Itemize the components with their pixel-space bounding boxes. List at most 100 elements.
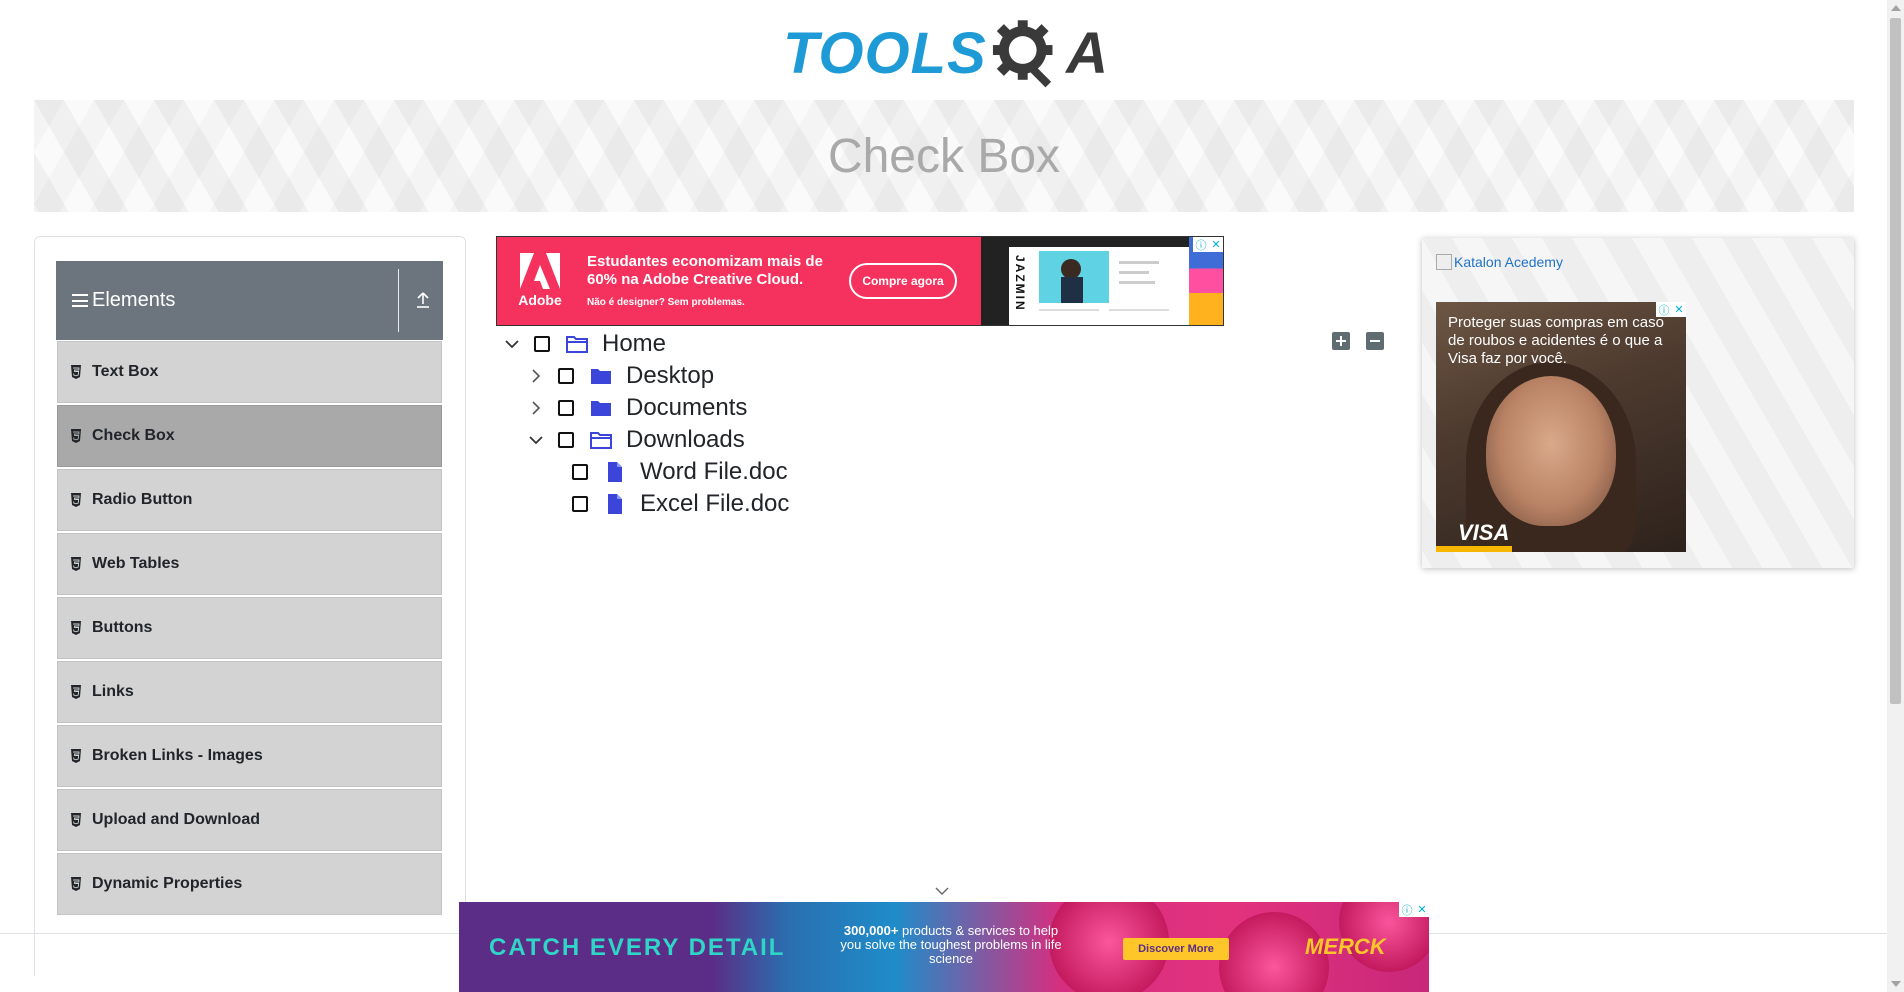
- tree-node-documents: Documents: [526, 392, 747, 424]
- minus-square-icon: [1370, 340, 1380, 342]
- ad-choices-close[interactable]: ⓘ ✕: [1193, 237, 1223, 252]
- broken-image-icon: [1436, 254, 1452, 270]
- adobe-banner-ad[interactable]: Adobe Estudantes economizam mais de 60% …: [496, 236, 1224, 326]
- folder-icon: [591, 369, 611, 384]
- file-icon: [608, 462, 622, 482]
- sidebar-item-label: Upload and Download: [92, 811, 260, 828]
- ad-cta-button[interactable]: Compre agora: [849, 263, 957, 299]
- tree-node-label[interactable]: Excel File.doc: [640, 490, 789, 518]
- ad-choices-close[interactable]: ⓘ ✕: [1656, 302, 1686, 317]
- sidebar-item-buttons[interactable]: Buttons: [57, 597, 442, 659]
- group-header-elements[interactable]: Elements: [56, 261, 443, 340]
- sidebar-item-dynamic-properties[interactable]: Dynamic Properties: [57, 853, 442, 915]
- tree-node-label[interactable]: Downloads: [626, 426, 745, 454]
- sidebar-menu: Text Box Check Box Radio Button Web Tabl…: [57, 341, 442, 917]
- collapse-all-button[interactable]: [1366, 332, 1384, 350]
- sidebar-item-label: Broken Links - Images: [92, 747, 263, 764]
- scroll-down-arrow-icon[interactable]: [1891, 981, 1901, 987]
- ad-subtext: Não é designer? Sem problemas.: [587, 297, 745, 308]
- sidebar-item-label: Check Box: [92, 427, 175, 444]
- folder-open-icon: [590, 432, 612, 449]
- tree-node-excel-file: Excel File.doc: [540, 488, 789, 520]
- visa-ad-copy: Proteger suas compras em caso de roubos …: [1448, 314, 1664, 367]
- ad-info-icon[interactable]: ⓘ: [1658, 302, 1669, 318]
- sidebar-item-upload-and-download[interactable]: Upload and Download: [57, 789, 442, 851]
- sidebar-item-check-box[interactable]: Check Box: [57, 405, 442, 467]
- katalon-academy-link[interactable]: Katalon Acedemy: [1436, 254, 1563, 270]
- tree-node-label[interactable]: Word File.doc: [640, 458, 788, 486]
- checkbox[interactable]: [558, 432, 574, 448]
- sidebar-item-label: Links: [92, 683, 134, 700]
- collapse-arrow-up-icon[interactable]: [415, 291, 431, 309]
- html5-icon: [71, 621, 81, 635]
- html5-icon: [71, 493, 81, 507]
- html5-icon: [71, 685, 81, 699]
- checkbox[interactable]: [534, 336, 550, 352]
- checkbox[interactable]: [558, 400, 574, 416]
- tree-node-word-file: Word File.doc: [540, 456, 788, 488]
- sidebar-item-radio-button[interactable]: Radio Button: [57, 469, 442, 531]
- sidebar-item-label: Text Box: [92, 363, 159, 380]
- merck-logo: MERCK: [1305, 934, 1386, 959]
- expand-all-button[interactable]: [1332, 332, 1350, 350]
- close-icon[interactable]: ✕: [1417, 903, 1426, 916]
- ad-choices-close[interactable]: ⓘ ✕: [1399, 902, 1429, 917]
- tree-node-label[interactable]: Home: [602, 330, 666, 358]
- folder-open-icon: [566, 336, 588, 353]
- visa-ad[interactable]: Proteger suas compras em caso de roubos …: [1436, 302, 1686, 552]
- sidebar-item-label: Dynamic Properties: [92, 875, 243, 892]
- visa-logo: VISA: [1458, 520, 1510, 545]
- tree-node-downloads: Downloads: [526, 424, 745, 456]
- page: TOOLS A Check Box Elements Text Box Chec…: [0, 0, 1904, 992]
- adobe-logo: Adobe: [511, 253, 569, 313]
- ad-headline: Estudantes economizam mais de 60% na Ado…: [587, 253, 823, 288]
- checkbox[interactable]: [558, 368, 574, 384]
- plus-square-icon: [1336, 336, 1346, 346]
- chevron-right-icon[interactable]: [526, 398, 546, 418]
- checkbox[interactable]: [572, 496, 588, 512]
- html5-icon: [71, 813, 81, 827]
- ad-cta-button[interactable]: Discover More: [1123, 938, 1229, 960]
- sidebar-item-web-tables[interactable]: Web Tables: [57, 533, 442, 595]
- sidebar-item-label: Web Tables: [92, 555, 180, 572]
- html5-icon: [71, 749, 81, 763]
- checkbox[interactable]: [572, 464, 588, 480]
- ad-blurb: 300,000+ products & services to help you…: [839, 924, 1063, 966]
- left-sidebar: Elements Text Box Check Box Radio Button: [34, 236, 466, 976]
- ad-product-mockup: [1009, 247, 1189, 325]
- logo-text-tools: TOOLS: [783, 21, 987, 86]
- file-icon: [608, 494, 622, 514]
- ad-photo-face: [1486, 376, 1616, 526]
- logo-text-a: A: [1066, 21, 1108, 86]
- chevron-down-icon[interactable]: [526, 430, 546, 450]
- sidebar-item-text-box[interactable]: Text Box: [57, 341, 442, 403]
- sidebar-item-label: Radio Button: [92, 491, 193, 508]
- sidebar-item-label: Buttons: [92, 619, 153, 636]
- html5-icon: [71, 557, 81, 571]
- page-scrollbar[interactable]: [1887, 0, 1904, 992]
- scroll-up-arrow-icon[interactable]: [1891, 5, 1901, 11]
- sidebar-item-broken-links-images[interactable]: Broken Links - Images: [57, 725, 442, 787]
- ad-product-name: JAZMIN: [1013, 255, 1027, 312]
- close-icon[interactable]: ✕: [1674, 303, 1683, 316]
- toolsqa-logo[interactable]: TOOLS A: [783, 16, 1108, 92]
- chevron-down-icon[interactable]: [934, 884, 950, 898]
- tree-controls: [1332, 332, 1384, 350]
- ad-headline: CATCH EVERY DETAIL: [489, 934, 786, 961]
- ad-mockup-image: [1039, 251, 1169, 311]
- tree-node-label[interactable]: Documents: [626, 394, 747, 422]
- scrollbar-thumb[interactable]: [1890, 18, 1901, 704]
- adobe-brand-text: Adobe: [518, 292, 562, 308]
- chevron-right-icon[interactable]: [526, 366, 546, 386]
- adobe-a-icon: [520, 253, 560, 289]
- sidebar-item-links[interactable]: Links: [57, 661, 442, 723]
- ad-blurb-bold: 300,000+: [843, 923, 899, 938]
- ad-info-icon[interactable]: ⓘ: [1401, 902, 1412, 918]
- chevron-down-icon[interactable]: [502, 334, 522, 354]
- tree-node-label[interactable]: Desktop: [626, 362, 714, 390]
- merck-banner-ad[interactable]: CATCH EVERY DETAIL 300,000+ products & s…: [459, 902, 1429, 992]
- tree-node-desktop: Desktop: [526, 360, 714, 392]
- hamburger-icon: [72, 294, 88, 307]
- ad-info-icon[interactable]: ⓘ: [1195, 237, 1206, 253]
- close-icon[interactable]: ✕: [1211, 238, 1220, 251]
